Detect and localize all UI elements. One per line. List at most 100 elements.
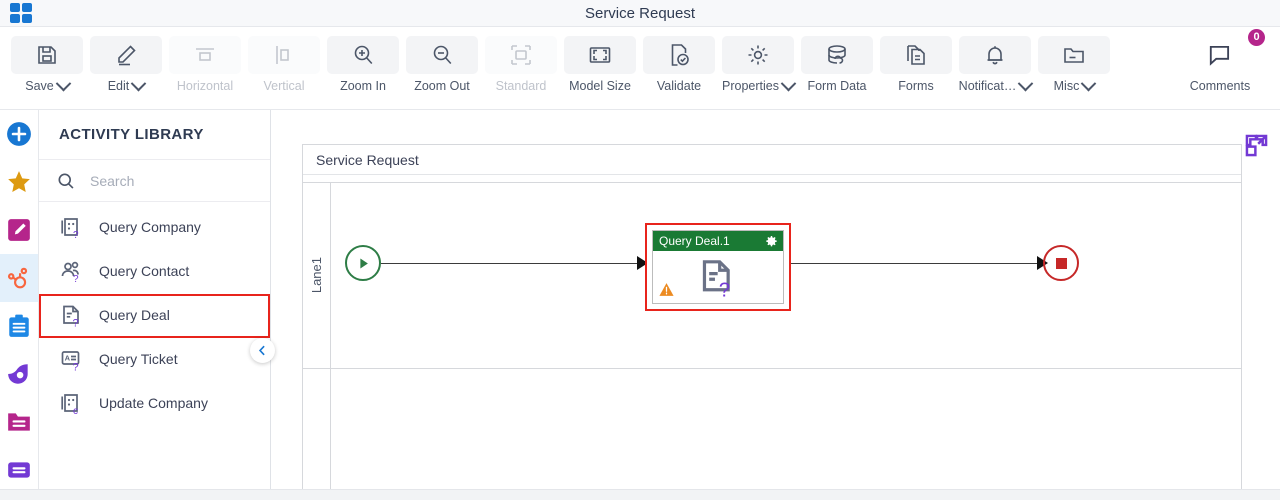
svg-text:?: ?	[73, 230, 79, 241]
pool-subbar	[303, 175, 1241, 183]
left-icon-rail	[0, 110, 39, 500]
zoom-in-button[interactable]: Zoom In	[325, 36, 401, 93]
misc-button[interactable]: Misc	[1036, 36, 1112, 93]
pool-title: Service Request	[303, 145, 1241, 175]
toolbar-label-text: Misc	[1053, 79, 1080, 93]
rail-item-folders[interactable]	[0, 398, 38, 446]
pencil-icon	[90, 36, 162, 74]
horizontal-align-button[interactable]: Horizontal	[167, 36, 243, 93]
standard-size-icon	[485, 36, 557, 74]
lane-body[interactable]	[331, 369, 1241, 489]
validate-button[interactable]: Validate	[641, 36, 717, 93]
list-item-update-company[interactable]: c Update Company	[39, 382, 270, 426]
chevron-down-icon	[130, 75, 147, 91]
list-item-label: Update Company	[99, 395, 208, 412]
toolbar-label-text: Notificat…	[958, 79, 1017, 93]
end-event-node[interactable]	[1043, 245, 1079, 281]
query-deal-icon: ?	[702, 260, 730, 300]
rail-item-records[interactable]	[0, 446, 38, 494]
search-icon[interactable]	[56, 171, 76, 191]
rail-item-design[interactable]	[0, 206, 38, 254]
list-item-query-ticket[interactable]: A ? Query Ticket	[39, 338, 270, 382]
toolbar-label: Forms	[898, 79, 934, 93]
plus-circle-icon	[7, 122, 31, 146]
svg-text:?: ?	[73, 362, 79, 374]
star-icon	[8, 171, 30, 192]
properties-button[interactable]: Properties	[720, 36, 797, 93]
diagram-canvas[interactable]: Service Request Lane1 Query Deal.1 ?	[272, 110, 1280, 489]
toolbar-label: Validate	[656, 79, 702, 93]
list-item-label: Query Deal	[99, 307, 170, 324]
start-event-node[interactable]	[345, 245, 381, 281]
toolbar-label: Properties	[722, 75, 797, 93]
update-company-icon: c	[61, 394, 78, 417]
comments-badge: 0	[1248, 29, 1265, 46]
rail-item-favorites[interactable]	[0, 158, 38, 206]
page-title: Service Request	[584, 5, 696, 22]
list-item-query-deal[interactable]: ? Query Deal	[39, 294, 270, 338]
list-item-query-contact[interactable]: ? Query Contact	[39, 250, 270, 294]
chevron-down-icon	[780, 75, 797, 91]
svg-text:?: ?	[719, 279, 730, 299]
sequence-flow-1[interactable]	[381, 263, 643, 264]
svg-text:c: c	[73, 406, 78, 417]
toolbar-label: Notificat…	[958, 75, 1034, 93]
task-header: Query Deal.1	[653, 231, 783, 251]
activity-list: ? Query Company ? Query Contact ? Query …	[39, 202, 270, 426]
task-selection-frame[interactable]: Query Deal.1 ?	[645, 223, 791, 311]
notifications-button[interactable]: Notificat…	[957, 36, 1034, 93]
horizontal-align-icon	[169, 36, 241, 74]
title-bar: Service Request	[0, 0, 1280, 27]
bpmn-pool: Service Request Lane1 Query Deal.1 ?	[302, 144, 1242, 489]
form-data-button[interactable]: Form Data	[799, 36, 875, 93]
toolbar-label: Vertical	[263, 79, 305, 93]
lane-body[interactable]: Query Deal.1 ?	[331, 183, 1241, 368]
lane-label: Lane1	[303, 183, 331, 368]
search-row	[39, 160, 270, 202]
lane-label	[303, 369, 331, 489]
toolbar-label: Edit	[108, 75, 147, 93]
floppy-disk-icon	[11, 36, 83, 74]
search-input[interactable]	[88, 171, 242, 190]
activity-library-panel: ACTIVITY LIBRARY ? Query Company	[39, 110, 271, 489]
folder-icon	[1038, 36, 1110, 74]
expand-diagram-button[interactable]	[1243, 132, 1270, 159]
sequence-flow-2[interactable]	[791, 263, 1043, 264]
toolbar: Save Edit Horizontal Vertical Zoom In Zo…	[0, 27, 1280, 110]
rail-item-automation[interactable]	[0, 350, 38, 398]
zoom-in-icon	[327, 36, 399, 74]
model-size-button[interactable]: Model Size	[562, 36, 638, 93]
end-event-icon	[1055, 257, 1067, 269]
rail-item-tasks[interactable]	[0, 302, 38, 350]
task-node[interactable]: Query Deal.1 ?	[652, 230, 784, 304]
list-item-label: Query Ticket	[99, 351, 178, 368]
edit-button[interactable]: Edit	[88, 36, 164, 93]
toolbar-label: Form Data	[807, 79, 867, 93]
bpmn-lane-2	[303, 369, 1241, 489]
zoom-out-button[interactable]: Zoom Out	[404, 36, 480, 93]
chevron-left-icon	[258, 345, 265, 356]
vertical-align-button[interactable]: Vertical	[246, 36, 322, 93]
toolbar-label: Save	[25, 75, 72, 93]
application-window: Service Request Save Edit Horizontal Ver…	[0, 0, 1280, 500]
collapse-panel-button[interactable]	[250, 338, 275, 363]
automation-icon	[8, 364, 28, 384]
list-item-query-company[interactable]: ? Query Company	[39, 206, 270, 250]
warning-icon	[659, 283, 674, 296]
comments-button[interactable]: 0 Comments	[1182, 29, 1265, 93]
toolbar-label: Horizontal	[176, 79, 234, 93]
bpmn-lane-1: Lane1 Query Deal.1 ?	[303, 183, 1241, 369]
start-event-icon	[359, 258, 368, 268]
forms-button[interactable]: Forms	[878, 36, 954, 93]
expand-diagram-icon	[1245, 134, 1268, 157]
validate-icon	[643, 36, 715, 74]
gear-icon[interactable]	[765, 235, 778, 248]
rail-item-add[interactable]	[0, 110, 38, 158]
rail-item-hubspot[interactable]	[0, 254, 38, 302]
svg-text:?: ?	[73, 318, 79, 330]
standard-size-button[interactable]: Standard	[483, 36, 559, 93]
save-button[interactable]: Save	[9, 36, 85, 93]
chevron-down-icon	[1081, 75, 1097, 91]
bottom-status-strip	[0, 489, 1280, 500]
svg-text:?: ?	[73, 274, 79, 285]
